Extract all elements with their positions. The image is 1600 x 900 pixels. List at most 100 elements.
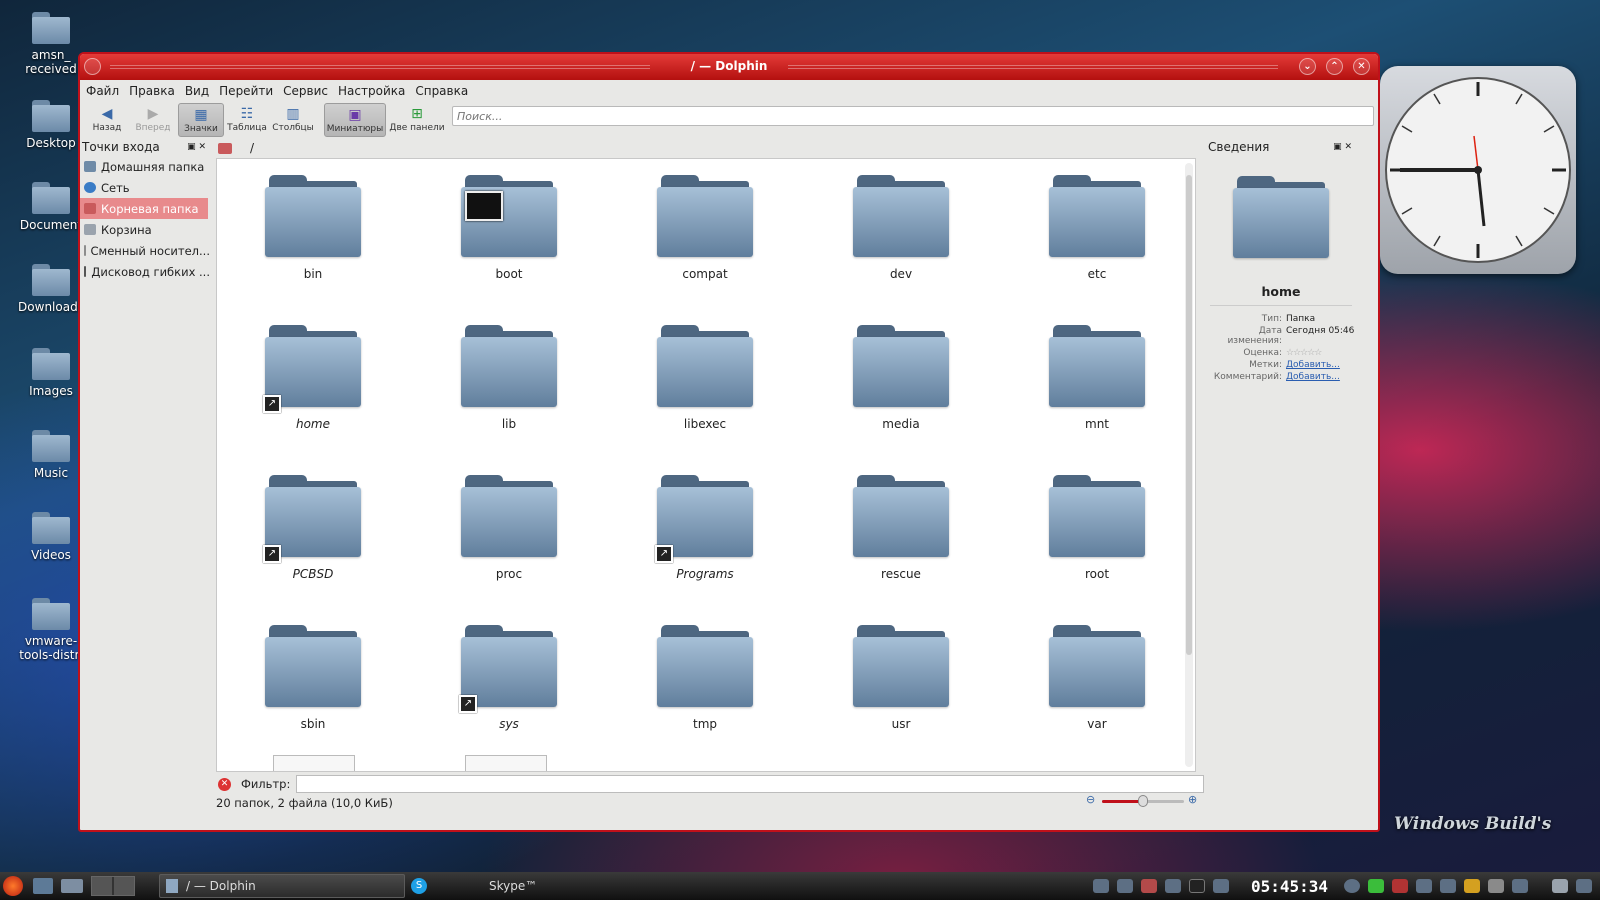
add-comment-link[interactable]: Добавить... <box>1286 372 1340 382</box>
close-icon[interactable]: ✕ <box>1353 58 1370 75</box>
menu-go[interactable]: Перейти <box>219 84 273 98</box>
volume-icon[interactable] <box>1488 879 1504 893</box>
split-view-button[interactable]: ⊞ Две панели <box>386 103 448 137</box>
info-title: Сведения <box>1208 140 1270 154</box>
title-bar[interactable]: / — Dolphin ⌄ ⌃ ✕ <box>80 54 1378 80</box>
symlink-icon: ↗ <box>459 695 477 713</box>
zoom-out-icon[interactable]: ⊖ <box>1086 793 1095 806</box>
folder-icon <box>32 100 70 132</box>
preview-button[interactable]: ▣ Миниатюры <box>324 103 386 137</box>
menu-edit[interactable]: Правка <box>129 84 175 98</box>
folder-icon <box>657 173 753 257</box>
task-skype[interactable]: S Skype™ <box>411 878 537 894</box>
file-item-folder[interactable]: mnt <box>1017 323 1177 431</box>
file-item-folder[interactable]: var <box>1017 623 1177 731</box>
menu-file[interactable]: Файл <box>86 84 119 98</box>
columns-view-button[interactable]: ▥ Столбцы <box>270 103 316 137</box>
tray-app-icon[interactable] <box>1576 879 1592 893</box>
security-icon[interactable] <box>1464 879 1480 893</box>
file-thumbnail[interactable] <box>273 755 355 771</box>
file-item-folder[interactable]: root <box>1017 473 1177 581</box>
tray-app-icon[interactable] <box>1512 879 1528 893</box>
tray-arrow-icon[interactable] <box>1344 879 1360 893</box>
zoom-handle[interactable] <box>1138 795 1148 807</box>
file-item-folder[interactable]: sbin <box>233 623 393 731</box>
file-item-folder[interactable]: boot <box>429 173 589 281</box>
file-thumbnail[interactable] <box>465 755 547 771</box>
tray-app-icon[interactable] <box>1092 879 1109 893</box>
folder-icon <box>461 473 557 557</box>
file-item-folder[interactable]: usr <box>821 623 981 731</box>
file-item-folder[interactable]: ↗ PCBSD <box>233 473 393 581</box>
usb-drive-icon <box>84 245 86 256</box>
trash-icon[interactable] <box>1552 879 1568 893</box>
details-view-button[interactable]: ☷ Таблица <box>224 103 270 137</box>
file-item-folder[interactable]: bin <box>233 173 393 281</box>
places-item-trash[interactable]: Корзина <box>80 219 210 240</box>
scrollbar[interactable] <box>1185 163 1193 767</box>
pager-icon[interactable] <box>91 876 135 896</box>
tray-app-icon[interactable] <box>1212 879 1229 893</box>
file-manager-icon[interactable] <box>33 878 53 894</box>
rating-stars[interactable]: ☆☆☆☆☆ <box>1286 348 1322 358</box>
file-item-folder[interactable]: ↗ Programs <box>625 473 785 581</box>
places-item-label: Сеть <box>101 180 130 195</box>
places-item-network[interactable]: Сеть <box>80 177 210 198</box>
menu-tools[interactable]: Сервис <box>283 84 328 98</box>
menu-settings[interactable]: Настройка <box>338 84 405 98</box>
file-item-folder[interactable]: libexec <box>625 323 785 431</box>
terminal-icon[interactable] <box>1188 879 1205 893</box>
zoom-slider[interactable]: ⊖ ⊕ <box>1086 792 1206 810</box>
places-item-removable[interactable]: Сменный носител... <box>80 240 210 261</box>
symlink-icon: ↗ <box>263 545 281 563</box>
file-item-folder[interactable]: compat <box>625 173 785 281</box>
file-item-folder[interactable]: media <box>821 323 981 431</box>
folder-icon <box>461 173 557 257</box>
search-input[interactable] <box>452 106 1374 126</box>
brand-logo-text: Windows Build's <box>1394 814 1552 834</box>
back-button[interactable]: ◀ Назад <box>84 103 130 137</box>
places-item-home[interactable]: Домашняя папка <box>80 156 210 177</box>
filter-input[interactable] <box>296 775 1204 793</box>
clear-filter-icon[interactable]: ✕ <box>218 777 231 791</box>
file-item-folder[interactable]: dev <box>821 173 981 281</box>
folder-icon: ↗ <box>655 473 753 563</box>
places-item-floppy[interactable]: Дисковод гибких ... <box>80 261 210 282</box>
tray-app-icon[interactable] <box>1140 879 1157 893</box>
show-desktop-icon[interactable] <box>61 879 83 893</box>
floppy-icon <box>84 266 87 277</box>
breadcrumb-root[interactable]: / <box>250 141 254 155</box>
file-item-folder[interactable]: ↗ home <box>233 323 393 431</box>
forward-button[interactable]: ▶ Вперед <box>130 103 176 137</box>
file-item-folder[interactable]: proc <box>429 473 589 581</box>
file-item-folder[interactable]: etc <box>1017 173 1177 281</box>
zoom-in-icon[interactable]: ⊕ <box>1188 793 1197 806</box>
menu-help[interactable]: Справка <box>415 84 468 98</box>
panel-controls[interactable]: ▣ ✕ <box>1333 142 1352 152</box>
icons-view-button[interactable]: ▦ Значки <box>178 103 224 137</box>
menu-bar: Файл Правка Вид Перейти Сервис Настройка… <box>80 80 1378 102</box>
tray-app-icon[interactable] <box>1416 879 1432 893</box>
keyboard-layout-icon[interactable] <box>1392 879 1408 893</box>
window-menu-icon[interactable] <box>84 58 101 75</box>
file-item-folder[interactable]: rescue <box>821 473 981 581</box>
task-dolphin[interactable]: / — Dolphin <box>159 874 405 898</box>
tray-app-icon[interactable] <box>1440 879 1456 893</box>
start-menu-icon[interactable] <box>3 876 23 896</box>
clock-time[interactable]: 05:45:34 <box>1251 877 1328 896</box>
file-item-folder[interactable]: ↗ sys <box>429 623 589 731</box>
tray-app-icon[interactable] <box>1116 879 1133 893</box>
panel-controls[interactable]: ▣ ✕ <box>187 142 206 152</box>
root-folder-icon[interactable] <box>218 142 232 154</box>
minimize-icon[interactable]: ⌄ <box>1299 58 1316 75</box>
menu-view[interactable]: Вид <box>185 84 209 98</box>
file-item-folder[interactable]: lib <box>429 323 589 431</box>
network-status-icon[interactable] <box>1368 879 1384 893</box>
file-item-folder[interactable]: tmp <box>625 623 785 731</box>
add-tags-link[interactable]: Добавить... <box>1286 360 1340 370</box>
places-item-root[interactable]: Корневая папка <box>80 198 208 219</box>
scrollbar-thumb[interactable] <box>1186 175 1192 655</box>
maximize-icon[interactable]: ⌃ <box>1326 58 1343 75</box>
tray-app-icon[interactable] <box>1164 879 1181 893</box>
window-title: / — Dolphin <box>690 59 768 73</box>
